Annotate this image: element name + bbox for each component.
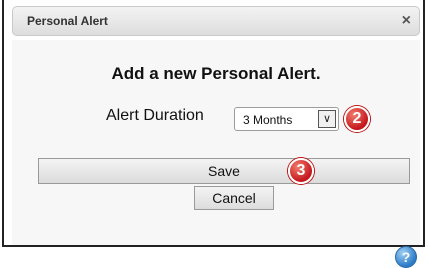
alert-duration-value: 3 Months: [243, 113, 293, 127]
close-icon[interactable]: ×: [402, 11, 411, 31]
step-badge-3: 3: [288, 158, 314, 184]
chevron-down-icon[interactable]: ∨: [318, 110, 336, 128]
cancel-button[interactable]: Cancel: [194, 186, 274, 210]
dialog-content: Add a new Personal Alert. Alert Duration…: [12, 40, 420, 268]
step-badge-2: 2: [344, 106, 370, 132]
alert-duration-label: Alert Duration: [106, 107, 204, 124]
dialog-title: Personal Alert: [27, 14, 108, 28]
alert-duration-select[interactable]: 3 Months ∨: [234, 107, 339, 131]
dialog-heading: Add a new Personal Alert.: [111, 64, 321, 83]
dialog-titlebar: Personal Alert ×: [12, 6, 420, 36]
help-icon[interactable]: ?: [395, 246, 417, 268]
save-button[interactable]: Save: [38, 158, 410, 184]
